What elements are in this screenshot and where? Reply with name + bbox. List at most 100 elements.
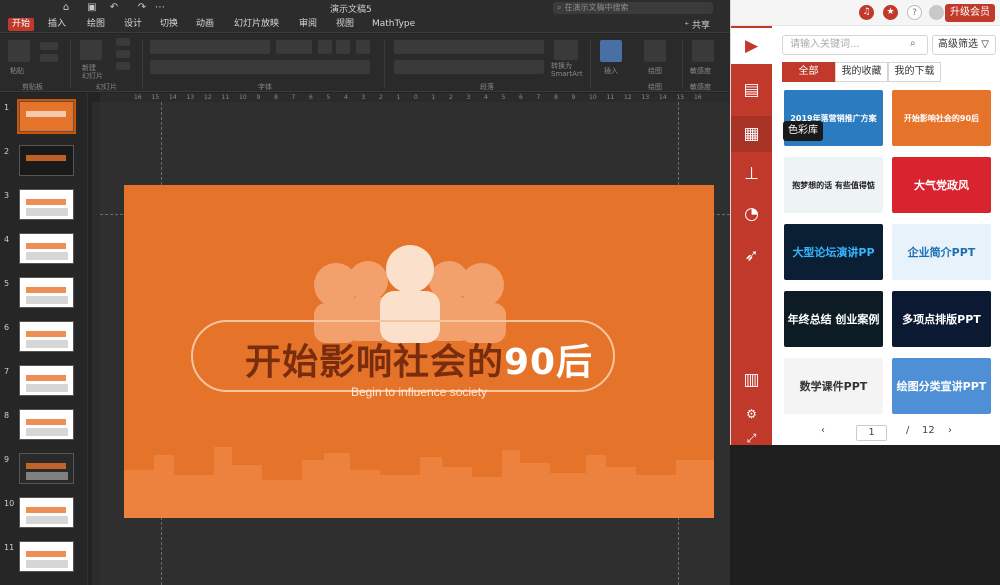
template-card[interactable]: 大型论坛演讲PP	[784, 224, 883, 280]
tab-draw[interactable]: 绘图	[87, 18, 105, 31]
rail-item[interactable]: ⊥	[731, 156, 772, 192]
template-card[interactable]: 大气党政风	[892, 157, 991, 213]
font-size-select[interactable]	[276, 40, 312, 54]
tab-transitions[interactable]: 切换	[160, 18, 178, 31]
template-card[interactable]: 开始影响社会的90后	[892, 90, 991, 146]
horizontal-ruler[interactable]: 16 15 14 13 12 11 10 9 8 7 6 5 4 3 2 1 0 1 2 3 4 5 6 7 8 9 10 11 12 1…	[100, 93, 730, 102]
layout-icon[interactable]	[116, 38, 130, 46]
rail-item[interactable]: ◔	[731, 196, 772, 232]
redo-icon[interactable]: ↷	[136, 2, 148, 14]
slide-thumbnail-image	[19, 145, 74, 176]
ruler-tick-label: 11	[606, 94, 615, 101]
tab-slideshow[interactable]: 幻灯片放映	[234, 18, 279, 31]
smartart-icon[interactable]	[554, 40, 578, 60]
tab-view[interactable]: 视图	[336, 18, 354, 31]
more-icon[interactable]: ⋯	[154, 2, 166, 14]
tab-review[interactable]: 审阅	[299, 18, 317, 31]
slide-thumbnail[interactable]: 5	[0, 277, 88, 321]
home-icon[interactable]: ⌂	[60, 2, 72, 14]
thumbnail-accent	[26, 419, 66, 425]
add-user-icon: ⁺	[684, 21, 690, 31]
slide-thumbnail-image	[19, 409, 74, 440]
section-icon[interactable]	[116, 62, 130, 70]
tab-home[interactable]: 开始	[8, 18, 35, 31]
slide-number: 4	[4, 235, 10, 244]
slide-thumbnail[interactable]: 4	[0, 233, 88, 277]
next-page-button[interactable]: ›	[948, 425, 952, 436]
desktop-background	[730, 445, 1000, 585]
clear-format-icon[interactable]	[356, 40, 370, 54]
ribbon-divider	[590, 40, 591, 88]
paragraph-list-row[interactable]	[394, 40, 544, 54]
audio-icon[interactable]: ♫	[859, 5, 874, 20]
help-icon[interactable]: ?	[907, 5, 922, 20]
filter-all[interactable]: 全部	[782, 62, 835, 82]
slide-canvas[interactable]: 开始影响社会的90后 Begin to influence society	[100, 102, 730, 585]
rail-item[interactable]: ▤	[731, 72, 772, 108]
sensitivity-icon[interactable]	[692, 40, 714, 62]
pin-icon: ⤢	[746, 430, 757, 445]
rail-item[interactable]: ➶	[731, 238, 772, 274]
copy-icon[interactable]	[40, 54, 58, 62]
share-button[interactable]: ⁺ 共享	[684, 18, 710, 31]
slide-title[interactable]: 开始影响社会的90后	[140, 333, 698, 385]
template-card[interactable]: 数学课件PPT	[784, 358, 883, 414]
slide-thumbnail[interactable]: 6	[0, 321, 88, 365]
template-card[interactable]: 年终总结 创业案例	[784, 291, 883, 347]
rail-item[interactable]: ⚙	[731, 402, 772, 426]
rail-item[interactable]: ▶	[731, 28, 772, 64]
slide-thumbnail[interactable]: 11	[0, 541, 88, 585]
page-number-input[interactable]: 1	[856, 425, 887, 441]
slide-thumbnail[interactable]: 8	[0, 409, 88, 453]
ruler-tick-label: 7	[291, 94, 296, 101]
slide-thumbnail[interactable]: 1	[0, 99, 88, 145]
template-card[interactable]: 多项点排版PPT	[892, 291, 991, 347]
ruler-tick-label: 14	[169, 94, 177, 101]
vertical-ruler[interactable]	[92, 102, 100, 585]
search-icon[interactable]: ⌕	[910, 38, 916, 49]
filter-favorites[interactable]: 我的收藏	[835, 62, 888, 82]
document-search-input[interactable]: ⌕ 在演示文稿中搜索	[553, 2, 713, 14]
slide-thumbnail[interactable]: 2	[0, 145, 88, 189]
template-card[interactable]: 企业简介PPT	[892, 224, 991, 280]
prev-page-button[interactable]: ‹	[821, 425, 825, 436]
template-card[interactable]: 绘图分类宣讲PPT	[892, 358, 991, 414]
advanced-filter-button[interactable]: 高级筛选 ▽	[932, 35, 996, 55]
current-slide[interactable]: 开始影响社会的90后 Begin to influence society	[124, 185, 714, 518]
badge-icon[interactable]: ★	[883, 5, 898, 20]
slide-number: 10	[4, 499, 15, 508]
tab-mathtype[interactable]: MathType	[372, 18, 415, 31]
filter-downloads[interactable]: 我的下载	[888, 62, 941, 82]
slide-thumbnail[interactable]: 7	[0, 365, 88, 409]
rail-item[interactable]: ▥	[731, 362, 772, 398]
thumbnail-accent	[26, 287, 66, 293]
slide-thumbnail[interactable]: 9	[0, 453, 88, 497]
shrink-font-icon[interactable]	[336, 40, 350, 54]
tab-insert[interactable]: 插入	[48, 18, 66, 31]
save-icon[interactable]: ▣	[86, 2, 98, 14]
keyword-search-input[interactable]: 请输入关键词...	[782, 35, 928, 55]
ruler-tick-label: 8	[274, 94, 278, 101]
paragraph-align-row[interactable]	[394, 60, 544, 74]
insert-shapes-icon[interactable]	[600, 40, 622, 62]
rail-item[interactable]: ▦	[731, 116, 772, 152]
paste-icon[interactable]	[8, 40, 30, 62]
font-format-row[interactable]	[150, 60, 370, 74]
template-card[interactable]: 抱梦想的话 有些值得惦	[784, 157, 883, 213]
tab-animations[interactable]: 动画	[196, 18, 214, 31]
font-name-select[interactable]	[150, 40, 270, 54]
slide-thumbnail[interactable]: 3	[0, 189, 88, 233]
template-plugin-panel: ♫ ★ ? 升级会员 ▶ ▤ ▦ ⊥ ◔ ➶ ▥ ⚙ ⤢ 请输入关键词... ⌕ 高级筛选 ▽ …	[730, 0, 1000, 445]
reset-icon[interactable]	[116, 50, 130, 58]
new-slide-icon[interactable]	[80, 40, 102, 60]
slide-subtitle[interactable]: Begin to influence society	[140, 385, 698, 399]
drawing-icon[interactable]	[644, 40, 666, 62]
slide-thumbnail[interactable]: 10	[0, 497, 88, 541]
tab-design[interactable]: 设计	[124, 18, 142, 31]
ruler-tick-label: 9	[571, 94, 576, 101]
avatar[interactable]	[929, 5, 944, 20]
grow-font-icon[interactable]	[318, 40, 332, 54]
cut-icon[interactable]	[40, 42, 58, 50]
upgrade-vip-button[interactable]: 升级会员	[945, 4, 995, 22]
undo-icon[interactable]: ↶	[108, 2, 120, 14]
